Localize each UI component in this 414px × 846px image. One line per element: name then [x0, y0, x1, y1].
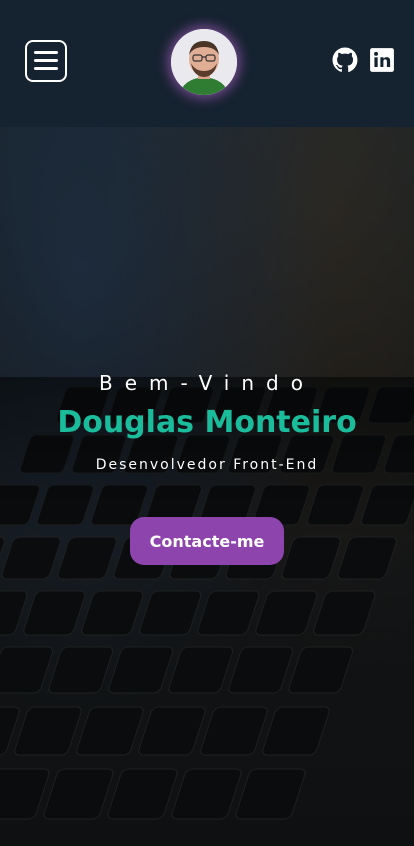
linkedin-link[interactable]: [369, 47, 395, 73]
avatar[interactable]: [171, 29, 237, 95]
github-link[interactable]: [332, 47, 358, 73]
avatar-portrait-icon: [171, 29, 237, 95]
welcome-text: Bem-Vindo: [99, 371, 315, 395]
menu-button[interactable]: [25, 40, 67, 82]
hamburger-icon-line: [34, 67, 58, 70]
hero-section: Bem-Vindo Douglas Monteiro Desenvolvedor…: [0, 127, 414, 846]
hero-overlay: [0, 127, 414, 846]
top-header: [0, 0, 414, 127]
hero-name: Douglas Monteiro: [57, 405, 357, 440]
github-icon: [332, 47, 358, 73]
contact-button[interactable]: Contacte-me: [130, 517, 284, 565]
hero-role: Desenvolvedor Front-End: [95, 457, 319, 473]
hamburger-icon-line: [34, 59, 58, 62]
linkedin-icon: [370, 48, 394, 72]
hamburger-icon: [34, 51, 58, 54]
